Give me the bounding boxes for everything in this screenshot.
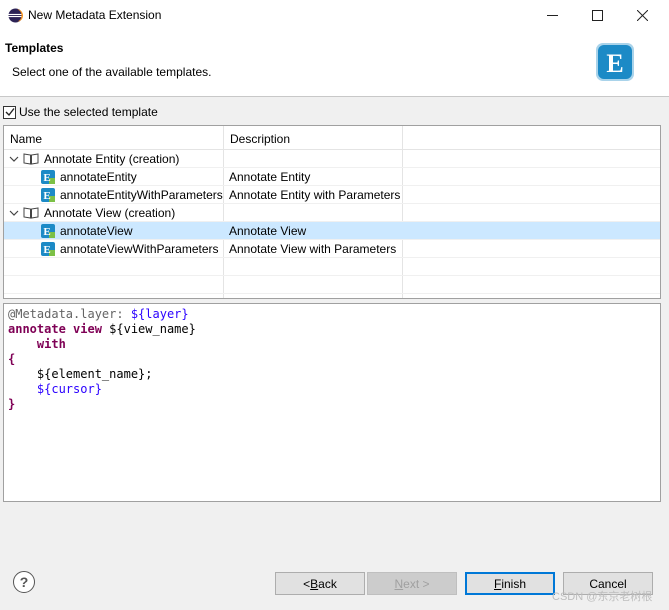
metadata-extension-logo: E xyxy=(596,43,634,81)
preview-line: @Metadata.layer: ${layer} xyxy=(8,307,189,321)
svg-text:E: E xyxy=(43,226,50,238)
empty-row xyxy=(4,258,660,276)
use-template-checkbox[interactable] xyxy=(3,105,16,119)
book-icon xyxy=(23,153,39,165)
use-template-label: Use the selected template xyxy=(19,105,158,119)
templates-table[interactable]: Name Description Annotate Entity (creati… xyxy=(3,125,661,299)
tree-group-row[interactable]: Annotate View (creation) xyxy=(4,204,660,222)
template-icon: E xyxy=(41,188,55,202)
preview-line: } xyxy=(8,397,16,411)
empty-row xyxy=(4,276,660,294)
template-description: Annotate View with Parameters xyxy=(229,242,397,256)
page-description: Select one of the available templates. xyxy=(12,65,212,79)
maximize-button[interactable] xyxy=(574,0,620,31)
preview-line: ${element_name}; xyxy=(36,367,153,381)
table-row-selected[interactable]: E annotateView Annotate View xyxy=(4,222,660,240)
maximize-icon xyxy=(591,10,603,21)
column-header-description[interactable]: Description xyxy=(230,132,290,146)
wizard-header: Templates Select one of the available te… xyxy=(0,31,669,97)
preview-line: with xyxy=(36,337,66,351)
template-name: annotateViewWithParameters xyxy=(60,242,219,256)
table-row[interactable]: E annotateEntityWithParameters Annotate … xyxy=(4,186,660,204)
template-name: annotateEntityWithParameters xyxy=(60,188,223,202)
use-template-row[interactable]: Use the selected template xyxy=(3,104,158,120)
watermark: CSDN @东京老树根 xyxy=(552,591,653,603)
group-label: Annotate View (creation) xyxy=(44,206,176,220)
template-description: Annotate Entity xyxy=(229,170,311,184)
close-button[interactable] xyxy=(619,0,665,31)
template-icon: E xyxy=(41,170,55,184)
template-name: annotateView xyxy=(60,224,133,238)
column-header-name[interactable]: Name xyxy=(10,132,42,146)
table-row[interactable]: E annotateEntity Annotate Entity xyxy=(4,168,660,186)
template-icon: E xyxy=(41,224,55,238)
eclipse-icon xyxy=(8,8,23,23)
svg-text:E: E xyxy=(43,244,50,256)
preview-line: annotate view ${view_name} xyxy=(8,322,196,336)
close-icon xyxy=(636,10,648,21)
window-title: New Metadata Extension xyxy=(28,8,162,22)
table-row[interactable]: E annotateViewWithParameters Annotate Vi… xyxy=(4,240,660,258)
help-button[interactable]: ? xyxy=(13,571,35,593)
minimize-icon xyxy=(546,15,558,16)
svg-text:E: E xyxy=(43,190,50,202)
preview-line: { xyxy=(8,352,16,366)
back-button[interactable]: < Back xyxy=(275,572,365,595)
chevron-down-icon[interactable] xyxy=(9,208,19,218)
group-label: Annotate Entity (creation) xyxy=(44,152,180,166)
template-name: annotateEntity xyxy=(60,170,137,184)
logo-letter: E xyxy=(606,49,623,78)
help-icon: ? xyxy=(19,574,29,590)
template-description: Annotate View xyxy=(229,224,307,238)
preview-line: ${cursor} xyxy=(36,382,102,396)
svg-text:E: E xyxy=(43,172,50,184)
book-icon xyxy=(23,207,39,219)
template-preview[interactable]: @Metadata.layer: ${layer} annotate view … xyxy=(3,303,661,502)
chevron-down-icon[interactable] xyxy=(9,154,19,164)
next-button[interactable]: Next > xyxy=(367,572,457,595)
title-bar: New Metadata Extension xyxy=(0,0,669,31)
table-header: Name Description xyxy=(4,126,660,150)
tree-group-row[interactable]: Annotate Entity (creation) xyxy=(4,150,660,168)
finish-button[interactable]: Finish xyxy=(465,572,555,595)
template-icon: E xyxy=(41,242,55,256)
page-title: Templates xyxy=(5,41,64,55)
checkmark-icon xyxy=(5,108,15,117)
minimize-button[interactable] xyxy=(529,0,575,31)
template-description: Annotate Entity with Parameters xyxy=(229,188,401,202)
